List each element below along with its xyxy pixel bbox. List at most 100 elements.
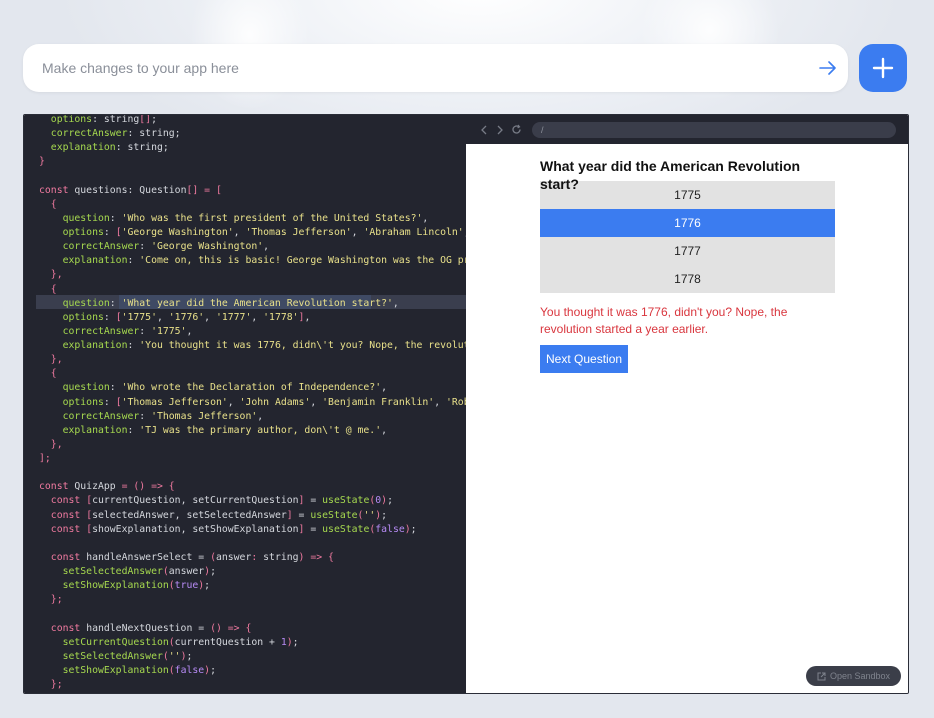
next-question-button[interactable]: Next Question [540,345,629,373]
code-line: correctAnswer: 'Thomas Jefferson', [39,410,466,424]
answer-option[interactable]: 1777 [540,237,835,265]
code-line: } [39,155,466,169]
code-token: question [39,212,110,224]
chevron-left-icon[interactable] [476,122,492,138]
code-token: handleAnswerSelect = [86,551,211,563]
code-token: '1775' [121,311,157,323]
code-token: ; [151,115,157,125]
code-token: correctAnswer [39,128,128,140]
code-line: question: 'What year did the American Re… [39,297,466,311]
code-token: handleNextQuestion = [86,622,211,634]
code-token: , [204,311,216,323]
code-token: question [39,297,110,309]
code-token: setShowExplanation [39,580,169,592]
add-button[interactable] [859,44,907,92]
plus-icon [872,57,894,79]
code-token: 'Who was the first president of the Unit… [121,212,423,224]
quiz-card: What year did the American Revolution st… [540,157,835,373]
code-token: 'Benjamin Franklin' [322,396,435,408]
code-line: { [39,198,466,212]
code-token: ; [210,664,216,676]
code-token: : [109,297,122,309]
code-token: useState [322,523,370,535]
code-token: ; [387,495,393,507]
code-token: const [39,481,75,493]
code-token: showExplanation, setShowExplanation [92,523,299,535]
workspace: options: string []; correctAnswer: string… [23,114,909,694]
code-line: const [currentQuestion, setCurrentQuesti… [39,494,466,508]
code-token: ; [210,566,216,577]
code-line: }; [39,678,466,692]
code-token: : [127,424,140,436]
code-token: correctAnswer [39,325,140,337]
code-token: string [127,142,163,154]
code-token: : [127,255,140,267]
code-token: explanation [39,424,128,436]
code-token: { [39,283,57,295]
code-token: , [251,311,264,323]
code-token: , [304,311,311,323]
code-token: , [381,382,388,394]
code-token: , [233,227,246,238]
code-token: : [103,311,116,323]
code-token: , [381,424,388,436]
code-token: , [257,410,264,422]
code-token: 'Thomas Jefferson' [245,227,352,238]
code-token: , [351,227,364,238]
code-token: useState [310,509,358,521]
code-line: correctAnswer: 'George Washington', [39,240,466,254]
code-token: }, [39,438,63,450]
code-token: true [174,580,199,592]
code-token: '1775' [151,325,187,337]
code-line: const [showExplanation, setShowExplanati… [39,523,466,537]
code-token: const [39,551,87,563]
arrow-right-icon[interactable] [816,56,840,80]
code-token: 'George Washington' [121,227,234,238]
code-token: const [39,495,87,507]
code-token: , [434,396,447,408]
code-token: explanation [39,142,116,154]
code-token: : [127,340,140,351]
code-content[interactable]: options: string []; correctAnswer: string… [39,115,466,692]
code-token: setShowExplanation [39,664,169,676]
prompt-input[interactable] [40,59,816,77]
code-line: setSelectedAnswer(answer); [39,565,466,579]
code-token: , [310,396,323,408]
code-line: { [39,283,466,297]
code-line: correctAnswer: string; [39,127,466,141]
code-token: : [103,396,116,408]
code-token: Question [139,184,187,196]
code-line: setSelectedAnswer(''); [39,650,466,664]
code-token: = [292,509,311,521]
code-token: options [39,115,93,125]
code-token: : [139,410,152,422]
code-token: selectedAnswer, setSelectedAnswer [92,509,287,521]
code-editor[interactable]: options: string []; correctAnswer: string… [24,115,466,693]
code-token: , [422,212,429,224]
code-token: , [156,311,169,323]
code-token: , [227,396,240,408]
code-token: 'George Washington' [151,241,264,253]
code-line: explanation: 'TJ was the primary author,… [39,424,466,438]
code-token: '' [363,509,376,521]
answer-option[interactable]: 1775 [540,181,835,209]
code-token: ; [292,636,299,648]
chevron-right-icon[interactable] [492,122,508,138]
url-bar[interactable]: / [532,121,896,138]
code-token: answer [215,551,252,563]
external-link-icon [817,672,826,680]
code-token: ; [381,509,388,521]
answer-option[interactable]: 1776 [540,209,835,237]
reload-icon[interactable] [508,122,524,138]
code-token: { [39,198,57,210]
open-sandbox-button[interactable]: Open Sandbox [806,666,901,686]
code-token: 'TJ was the primary author, don\'t @ me.… [139,424,382,436]
code-line: }, [39,353,466,367]
explanation-text: You thought it was 1776, didn't you? Nop… [540,305,788,336]
answer-option[interactable]: 1778 [540,265,835,293]
code-token: 'Come on, this is basic! George Washingt… [139,255,466,267]
code-token: [] [186,184,199,196]
